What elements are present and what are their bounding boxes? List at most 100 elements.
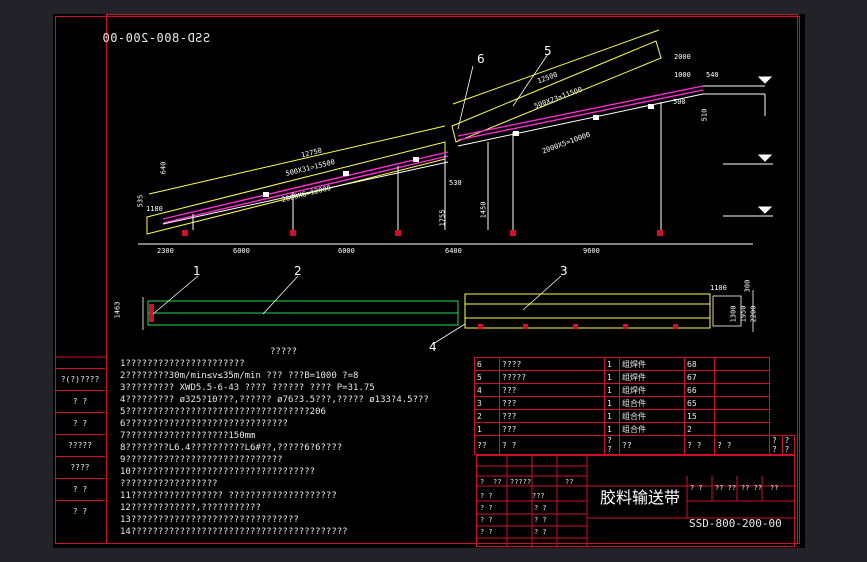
scale-cell: ?? ?? (715, 484, 737, 492)
parts-cell-no: 6 (474, 357, 500, 371)
sign-cell: ??? (532, 492, 545, 500)
parts-cell-no: 2 (474, 409, 500, 423)
note-line: 8????????L6.4??????????L6#??,?????6?6???… (120, 443, 343, 453)
parts-cell-code: 68 (684, 357, 715, 371)
note-line: 3????????? XWD5.5-6-43 ???? ?????? ???? … (120, 383, 375, 393)
dim-500: 500 (673, 98, 686, 106)
parts-header-cell: ?? (619, 435, 685, 455)
parts-header-cell: ? ? (604, 435, 620, 455)
base-dim: 2300 (157, 247, 174, 255)
dim-2000: 2000 (674, 53, 691, 61)
scale-cell: ?? (770, 484, 779, 492)
dim-540: 540 (706, 71, 719, 79)
parts-cell-qty: 1 (604, 422, 620, 436)
revision-cell: ?? (493, 478, 502, 486)
base-dim: 9600 (583, 247, 600, 255)
note-line: 5??????????????????????????????????206 (120, 407, 326, 417)
parts-cell-code: 15 (684, 409, 715, 423)
parts-cell-spec: 组合件 (619, 422, 685, 436)
parts-cell-note (714, 396, 770, 410)
parts-cell-note (714, 383, 770, 397)
parts-cell-qty: 1 (604, 357, 620, 371)
parts-header-cell: ? ? (781, 435, 795, 455)
sign-cell: ? ? (480, 504, 493, 512)
plan-dim-300: 300 (743, 279, 752, 293)
parts-cell-no: 1 (474, 422, 500, 436)
parts-cell-no: 3 (474, 396, 500, 410)
parts-cell-name: ????? (499, 370, 605, 384)
note-line: ?????????????????? (120, 479, 218, 489)
note-line: 13??????????????????????????????? (120, 515, 299, 525)
dim-535: 535 (136, 194, 145, 208)
sign-cell: ? ? (534, 504, 547, 512)
parts-cell-qty: 1 (604, 370, 620, 384)
parts-cell-code: 65 (684, 396, 715, 410)
base-dim: 6000 (233, 247, 250, 255)
parts-header-cell: ? ? (714, 435, 770, 455)
callout-1: 1 (193, 264, 201, 278)
callout-2: 2 (294, 264, 302, 278)
notes-title: ????? (270, 347, 298, 357)
callout-3: 3 (560, 264, 568, 278)
parts-table: 6???? 1 组焊件 68 5????? 1 组焊件 67 4??? 1 组焊件 66 3??? 1 组合… (474, 357, 795, 455)
parts-header-cell: ? ? (684, 435, 715, 455)
base-dim: 6000 (338, 247, 355, 255)
parts-cell-note (714, 409, 770, 423)
plan-dim-1100: 1100 (710, 284, 727, 292)
parts-cell-spec: 组焊件 (619, 370, 685, 384)
left-cell: ???? (55, 456, 105, 479)
parts-row: 2??? 1 组合件 15 (474, 409, 795, 423)
parts-cell-code: 66 (684, 383, 715, 397)
parts-cell-note (714, 422, 770, 436)
note-line: 2????????30m/min≤v≤35m/min ??? ???B=1000… (120, 371, 359, 381)
parts-cell-spec: 组焊件 (619, 357, 685, 371)
parts-cell-name: ??? (499, 396, 605, 410)
parts-header-row: ??? ?? ???? ?? ?? ?? ? (474, 435, 795, 455)
parts-cell-name: ???? (499, 357, 605, 371)
parts-cell-note (714, 357, 770, 371)
left-cell: ?(?)???? (55, 368, 105, 391)
sign-cell: ? ? (480, 492, 493, 500)
parts-header-cell: ? ? (769, 435, 783, 455)
dim-1450: 1450 (479, 201, 488, 219)
parts-cell-name: ??? (499, 409, 605, 423)
callout-5: 5 (544, 44, 552, 58)
scale-cell: ?? ?? (741, 484, 763, 492)
parts-cell-code: 2 (684, 422, 715, 436)
parts-row: 4??? 1 组焊件 66 (474, 383, 795, 397)
plan-dim-2200: 2200 (749, 305, 758, 323)
parts-header-cell: ? ? (499, 435, 605, 455)
left-cell: ? ? (55, 390, 105, 413)
parts-row: 1??? 1 组合件 2 (474, 422, 795, 436)
sign-cell: ? ? (480, 516, 493, 524)
left-cell: ? ? (55, 412, 105, 435)
callout-4: 4 (429, 340, 437, 354)
left-cell: ? ? (55, 478, 105, 501)
sign-cell: ? ? (534, 528, 547, 536)
plan-dim-1300: 1300 (729, 305, 738, 323)
parts-header-cell: ?? (474, 435, 500, 455)
parts-cell-code: 67 (684, 370, 715, 384)
drawing-title: 胶料输送带 (600, 488, 681, 507)
note-line: 9????????????????????????????? (120, 455, 283, 465)
revision-cell: ? (480, 478, 485, 486)
parts-cell-qty: 1 (604, 409, 620, 423)
parts-row: 6???? 1 组焊件 68 (474, 357, 795, 371)
note-line: 6?????????????????????????????? (120, 419, 288, 429)
dim-640: 640 (159, 161, 168, 175)
sign-cell: ? ? (534, 516, 547, 524)
dim-1000: 1000 (674, 71, 691, 79)
parts-cell-qty: 1 (604, 383, 620, 397)
plan-dim-1950: 1950 (739, 305, 748, 323)
parts-cell-name: ??? (499, 383, 605, 397)
left-cell: ? ? (55, 500, 105, 523)
sign-cell: ? ? (480, 528, 493, 536)
parts-row: 3??? 1 组合件 65 (474, 396, 795, 410)
dim-1180: 1180 (146, 205, 163, 213)
base-dim: 6400 (445, 247, 462, 255)
note-line: 12????????????,??????????? (120, 503, 261, 513)
parts-cell-spec: 组焊件 (619, 383, 685, 397)
note-line: 1?????????????????????? (120, 359, 245, 369)
parts-row: 5????? 1 组焊件 67 (474, 370, 795, 384)
note-line: 7???????????????????150mm (120, 431, 256, 441)
